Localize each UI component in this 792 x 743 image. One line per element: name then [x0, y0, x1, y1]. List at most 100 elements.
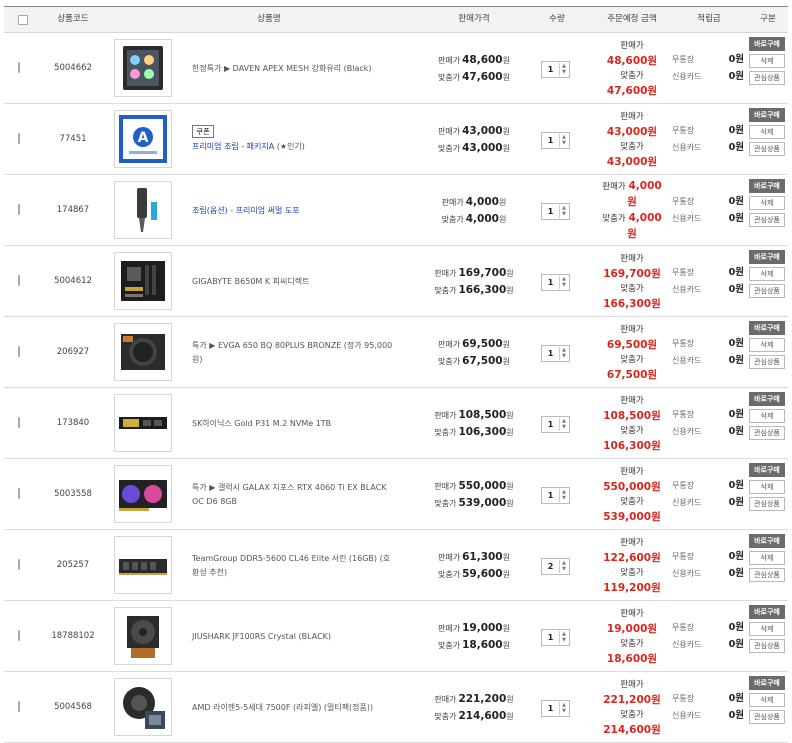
product-thumbnail[interactable]: [114, 465, 172, 523]
product-thumbnail[interactable]: [114, 39, 172, 97]
product-name-link[interactable]: TeamGroup DDR5-5600 CL46 Elite 서린 (16GB)…: [192, 552, 397, 580]
quantity-down-icon[interactable]: ▼: [560, 140, 568, 146]
quantity-value[interactable]: 1: [542, 204, 559, 219]
quantity-stepper[interactable]: 1 ▲ ▼: [541, 416, 570, 433]
quantity-down-icon[interactable]: ▼: [560, 637, 568, 643]
wishlist-button[interactable]: 관심상품: [749, 710, 785, 724]
row-checkbox[interactable]: [18, 417, 20, 428]
quantity-spinner[interactable]: ▲ ▼: [559, 134, 568, 147]
quantity-value[interactable]: 1: [542, 346, 559, 361]
buy-now-button[interactable]: 바로구매: [749, 250, 785, 264]
delete-button[interactable]: 삭제: [749, 480, 785, 494]
quantity-value[interactable]: 1: [542, 630, 559, 645]
buy-now-button[interactable]: 바로구매: [749, 37, 785, 51]
quantity-value[interactable]: 1: [542, 488, 559, 503]
quantity-spinner[interactable]: ▲ ▼: [559, 205, 568, 218]
delete-button[interactable]: 삭제: [749, 622, 785, 636]
quantity-down-icon[interactable]: ▼: [560, 495, 568, 501]
wishlist-button[interactable]: 관심상품: [749, 284, 785, 298]
quantity-down-icon[interactable]: ▼: [560, 211, 568, 217]
product-thumbnail[interactable]: [114, 181, 172, 239]
quantity-down-icon[interactable]: ▼: [560, 282, 568, 288]
product-name-link[interactable]: 프리미엄 조립 - 패키지A (★인기): [192, 140, 397, 154]
select-all-checkbox[interactable]: [18, 15, 28, 25]
buy-now-button[interactable]: 바로구매: [749, 179, 785, 193]
product-name-link[interactable]: 특가 ▶ 갤럭시 GALAX 지포스 RTX 4060 Ti EX BLACK …: [192, 481, 397, 509]
product-name-link[interactable]: GIGABYTE B650M K 피씨디렉트: [192, 275, 397, 289]
row-checkbox[interactable]: [18, 62, 20, 73]
quantity-value[interactable]: 1: [542, 133, 559, 148]
product-thumbnail[interactable]: [114, 607, 172, 665]
row-checkbox[interactable]: [18, 346, 20, 357]
quantity-stepper[interactable]: 1 ▲ ▼: [541, 203, 570, 220]
delete-button[interactable]: 삭제: [749, 693, 785, 707]
wishlist-button[interactable]: 관심상품: [749, 71, 785, 85]
buy-now-button[interactable]: 바로구매: [749, 392, 785, 406]
quantity-down-icon[interactable]: ▼: [560, 708, 568, 714]
quantity-stepper[interactable]: 1 ▲ ▼: [541, 629, 570, 646]
row-checkbox[interactable]: [18, 630, 20, 641]
quantity-stepper[interactable]: 2 ▲ ▼: [541, 558, 570, 575]
quantity-spinner[interactable]: ▲ ▼: [559, 418, 568, 431]
buy-now-button[interactable]: 바로구매: [749, 108, 785, 122]
quantity-spinner[interactable]: ▲ ▼: [559, 631, 568, 644]
quantity-down-icon[interactable]: ▼: [560, 424, 568, 430]
row-checkbox[interactable]: [18, 488, 20, 499]
product-name-link[interactable]: SK하이닉스 Gold P31 M.2 NVMe 1TB: [192, 417, 397, 431]
buy-now-button[interactable]: 바로구매: [749, 605, 785, 619]
quantity-spinner[interactable]: ▲ ▼: [559, 347, 568, 360]
delete-button[interactable]: 삭제: [749, 54, 785, 68]
quantity-spinner[interactable]: ▲ ▼: [559, 560, 568, 573]
quantity-value[interactable]: 1: [542, 62, 559, 77]
delete-button[interactable]: 삭제: [749, 267, 785, 281]
row-checkbox[interactable]: [18, 701, 20, 712]
quantity-value[interactable]: 1: [542, 701, 559, 716]
product-thumbnail[interactable]: [114, 252, 172, 310]
delete-button[interactable]: 삭제: [749, 551, 785, 565]
product-name-link[interactable]: AMD 라이젠5-5세대 7500F (라피엘) (멀티팩(정품)): [192, 701, 397, 715]
product-thumbnail[interactable]: [114, 394, 172, 452]
quantity-spinner[interactable]: ▲ ▼: [559, 489, 568, 502]
buy-now-button[interactable]: 바로구매: [749, 534, 785, 548]
quantity-spinner[interactable]: ▲ ▼: [559, 702, 568, 715]
product-thumbnail[interactable]: [114, 536, 172, 594]
quantity-spinner[interactable]: ▲ ▼: [559, 276, 568, 289]
wishlist-button[interactable]: 관심상품: [749, 497, 785, 511]
quantity-down-icon[interactable]: ▼: [560, 353, 568, 359]
quantity-value[interactable]: 1: [542, 275, 559, 290]
row-checkbox[interactable]: [18, 204, 20, 215]
row-checkbox[interactable]: [18, 275, 20, 286]
wishlist-button[interactable]: 관심상품: [749, 426, 785, 440]
product-name-link[interactable]: 특가 ▶ EVGA 650 BQ 80PLUS BRONZE (정가 95,00…: [192, 339, 397, 367]
wishlist-button[interactable]: 관심상품: [749, 568, 785, 582]
row-checkbox[interactable]: [18, 559, 20, 570]
wishlist-button[interactable]: 관심상품: [749, 639, 785, 653]
product-name-link[interactable]: JIUSHARK JF100RS Crystal (BLACK): [192, 630, 397, 644]
wishlist-button[interactable]: 관심상품: [749, 142, 785, 156]
buy-now-button[interactable]: 바로구매: [749, 463, 785, 477]
product-thumbnail[interactable]: A: [114, 110, 172, 168]
quantity-stepper[interactable]: 1 ▲ ▼: [541, 345, 570, 362]
quantity-stepper[interactable]: 1 ▲ ▼: [541, 700, 570, 717]
quantity-spinner[interactable]: ▲ ▼: [559, 63, 568, 76]
product-name-link[interactable]: 한정특가 ▶ DAVEN APEX MESH 강화유리 (Black): [192, 62, 397, 76]
product-name-link[interactable]: 조립(옵션) - 프리미엄 써멀 도포: [192, 204, 397, 218]
product-thumbnail[interactable]: [114, 323, 172, 381]
delete-button[interactable]: 삭제: [749, 196, 785, 210]
quantity-down-icon[interactable]: ▼: [560, 69, 568, 75]
quantity-stepper[interactable]: 1 ▲ ▼: [541, 487, 570, 504]
quantity-value[interactable]: 1: [542, 417, 559, 432]
buy-now-button[interactable]: 바로구매: [749, 321, 785, 335]
quantity-stepper[interactable]: 1 ▲ ▼: [541, 274, 570, 291]
buy-now-button[interactable]: 바로구매: [749, 676, 785, 690]
quantity-stepper[interactable]: 1 ▲ ▼: [541, 61, 570, 78]
quantity-value[interactable]: 2: [542, 559, 559, 574]
product-thumbnail[interactable]: [114, 678, 172, 736]
delete-button[interactable]: 삭제: [749, 125, 785, 139]
row-checkbox[interactable]: [18, 133, 20, 144]
delete-button[interactable]: 삭제: [749, 409, 785, 423]
quantity-stepper[interactable]: 1 ▲ ▼: [541, 132, 570, 149]
wishlist-button[interactable]: 관심상품: [749, 355, 785, 369]
quantity-down-icon[interactable]: ▼: [560, 566, 568, 572]
delete-button[interactable]: 삭제: [749, 338, 785, 352]
